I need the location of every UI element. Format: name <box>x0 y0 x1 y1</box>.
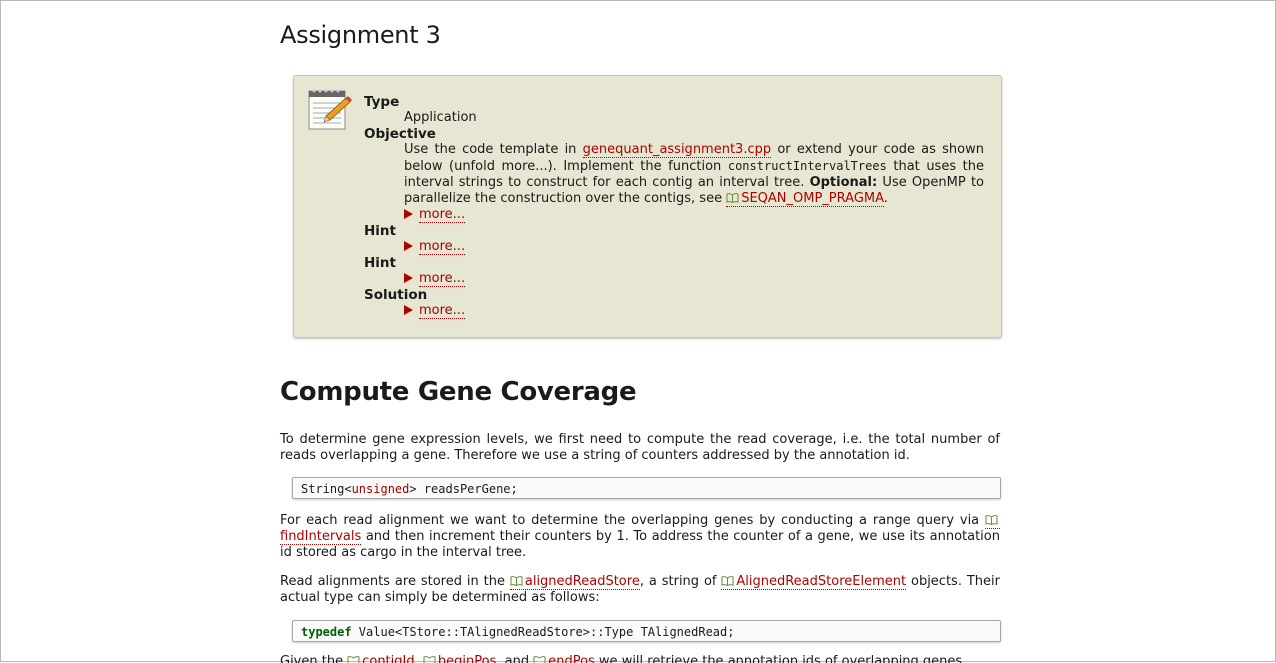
file-link[interactable]: genequant_assignment3.cpp <box>582 142 772 158</box>
hint-label-2: Hint <box>364 255 396 271</box>
assignment-box: Type Application Objective Use the code … <box>293 75 1002 338</box>
hint-more-1[interactable]: more... <box>404 239 984 255</box>
solution-label: Solution <box>364 287 428 303</box>
notepad-icon <box>308 89 352 130</box>
book-icon <box>985 515 998 525</box>
code-block-readspergene: String<unsigned> readsPerGene; <box>292 477 1001 499</box>
objective-label: Objective <box>364 126 436 142</box>
hint-label-1: Hint <box>364 223 396 239</box>
solution-more[interactable]: more... <box>404 303 984 319</box>
objective-text: Use the code template in genequant_assig… <box>404 142 984 223</box>
function-name: constructIntervalTrees <box>727 159 887 173</box>
book-icon <box>721 576 734 586</box>
expand-triangle-icon <box>404 305 413 315</box>
assignment-details: Type Application Objective Use the code … <box>364 94 984 319</box>
section-title: Compute Gene Coverage <box>280 377 637 407</box>
hint-more-2[interactable]: more... <box>404 271 984 287</box>
book-icon <box>726 193 739 203</box>
expand-triangle-icon <box>404 241 413 251</box>
objective-more[interactable]: more... <box>404 207 984 223</box>
alignedreadstoreelement-link[interactable]: AlignedReadStoreElement <box>721 574 907 590</box>
expand-triangle-icon <box>404 273 413 283</box>
paragraph-alignedreadstore: Read alignments are stored in the aligne… <box>280 574 1000 605</box>
optional-label: Optional: <box>809 175 878 190</box>
code-block-typedef: typedef Value<TStore::TAlignedReadStore>… <box>292 620 1001 642</box>
type-label: Type <box>364 94 400 110</box>
expand-triangle-icon <box>404 209 413 219</box>
type-value: Application <box>404 110 477 125</box>
assignment-title: Assignment 3 <box>280 21 441 49</box>
book-icon <box>510 576 523 586</box>
macro-link[interactable]: SEQAN_OMP_PRAGMA <box>726 191 884 207</box>
paragraph-coverage: To determine gene expression levels, we … <box>280 432 1000 463</box>
alignedreadstore-link[interactable]: alignedReadStore <box>509 574 640 590</box>
paragraph-findintervals: For each read alignment we want to deter… <box>280 513 1000 560</box>
